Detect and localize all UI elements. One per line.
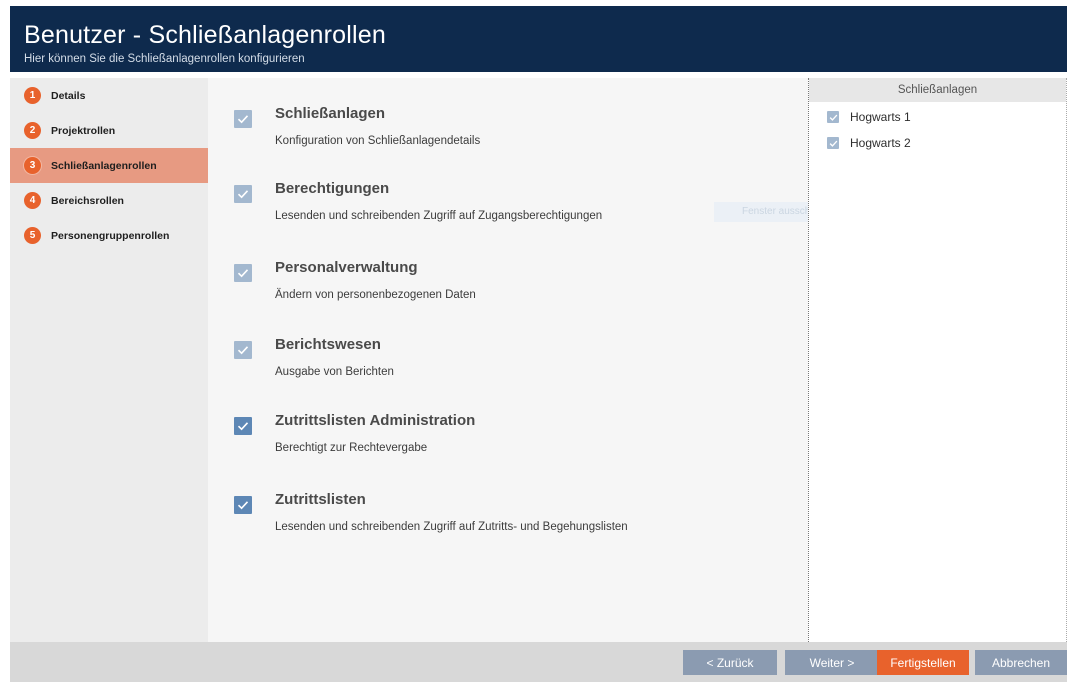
dialog-footer: < Zurück Weiter > Fertigstellen Abbreche…: [10, 642, 1067, 682]
step-details[interactable]: 1 Details: [10, 78, 208, 113]
permission-checkbox: [234, 341, 252, 359]
permission-title: Berechtigungen: [275, 180, 390, 197]
page-subtitle: Hier können Sie die Schließanlagenrollen…: [24, 53, 305, 65]
checkmark-icon: [237, 115, 249, 124]
dialog-window: Benutzer - Schließanlagenrollen Hier kön…: [0, 0, 1077, 682]
permission-checkbox: [234, 110, 252, 128]
permission-description: Ausgabe von Berichten: [275, 366, 394, 378]
wizard-steps-sidebar: 1 Details 2 Projektrollen 3 Schließanlag…: [10, 78, 217, 642]
checkmark-icon: [237, 190, 249, 199]
checkmark-icon: [829, 140, 837, 147]
permission-checkbox[interactable]: [234, 417, 252, 435]
checkmark-icon: [829, 114, 837, 121]
permissions-panel: Schließanlagen Konfiguration von Schließ…: [208, 78, 808, 642]
step-number-badge: 2: [24, 122, 41, 139]
step-bereichsrollen[interactable]: 4 Bereichsrollen: [10, 183, 208, 218]
permission-title: Zutrittslisten: [275, 491, 366, 508]
back-button[interactable]: < Zurück: [683, 650, 777, 675]
locking-system-label: Hogwarts 2: [850, 136, 911, 150]
dialog-header: Benutzer - Schließanlagenrollen Hier kön…: [10, 6, 1067, 72]
permission-description: Ändern von personenbezogenen Daten: [275, 289, 476, 301]
locking-systems-header: Schließanlagen: [809, 78, 1066, 102]
permission-checkbox[interactable]: [234, 496, 252, 514]
step-number-badge: 5: [24, 227, 41, 244]
checkmark-icon: [237, 346, 249, 355]
locking-system-checkbox[interactable]: [827, 137, 839, 149]
step-label: Personengruppenrollen: [51, 229, 170, 242]
locking-system-item[interactable]: Hogwarts 2: [809, 130, 1066, 156]
permission-description: Lesenden und schreibenden Zugriff auf Zu…: [275, 210, 603, 222]
page-title: Benutzer - Schließanlagenrollen: [24, 21, 386, 49]
locking-system-item[interactable]: Hogwarts 1: [809, 104, 1066, 130]
cancel-button[interactable]: Abbrechen: [975, 650, 1067, 675]
checkmark-icon: [237, 501, 249, 510]
locking-system-label: Hogwarts 1: [850, 110, 911, 124]
step-label: Projektrollen: [51, 124, 116, 137]
step-number-badge: 1: [24, 87, 41, 104]
permission-title: Personalverwaltung: [275, 259, 418, 276]
permission-description: Konfiguration von Schließanlagendetails: [275, 135, 481, 147]
step-projektrollen[interactable]: 2 Projektrollen: [10, 113, 208, 148]
permission-checkbox: [234, 264, 252, 282]
step-number-badge: 3: [24, 157, 41, 174]
permission-description: Berechtigt zur Rechtevergabe: [275, 442, 428, 454]
locking-systems-panel: Schließanlagen Hogwarts 1 Hogwarts 2: [808, 78, 1067, 642]
permission-description: Lesenden und schreibenden Zugriff auf Zu…: [275, 521, 628, 533]
checkmark-icon: [237, 269, 249, 278]
finish-button[interactable]: Fertigstellen: [877, 650, 969, 675]
checkmark-icon: [237, 422, 249, 431]
permission-title: Zutrittslisten Administration: [275, 412, 476, 429]
step-label: Bereichsrollen: [51, 194, 124, 207]
next-button[interactable]: Weiter >: [785, 650, 879, 675]
step-label: Schließanlagenrollen: [51, 159, 157, 172]
step-schliessanlagenrollen[interactable]: 3 Schließanlagenrollen: [10, 148, 217, 183]
step-number-badge: 4: [24, 192, 41, 209]
permission-title: Berichtswesen: [275, 336, 381, 353]
locking-system-checkbox[interactable]: [827, 111, 839, 123]
step-label: Details: [51, 89, 86, 102]
step-personengruppenrollen[interactable]: 5 Personengruppenrollen: [10, 218, 208, 253]
permission-checkbox: [234, 185, 252, 203]
permission-title: Schließanlagen: [275, 105, 386, 122]
